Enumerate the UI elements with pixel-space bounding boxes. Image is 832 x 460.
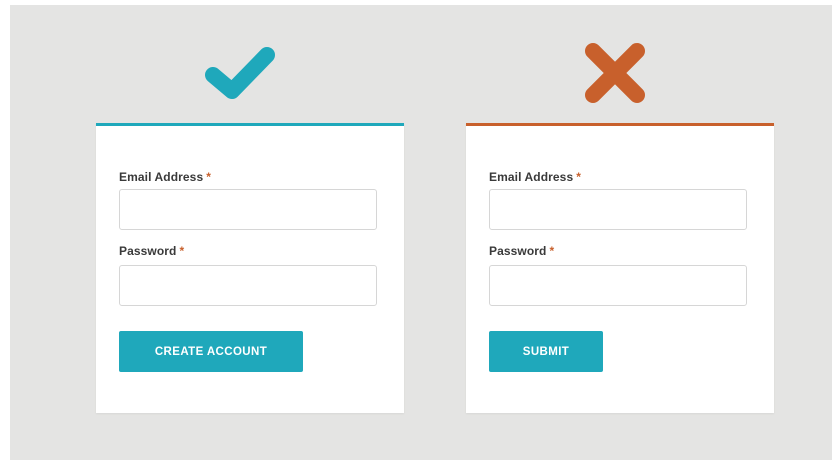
email-label: Email Address * (119, 170, 211, 184)
email-label-text: Email Address (119, 170, 204, 184)
create-account-button[interactable]: CREATE ACCOUNT (119, 331, 303, 372)
password-label: Password * (489, 244, 554, 258)
check-icon (204, 45, 276, 103)
required-asterisk: * (179, 244, 185, 258)
email-field[interactable] (489, 189, 747, 230)
email-label: Email Address * (489, 170, 581, 184)
password-field[interactable] (489, 265, 747, 306)
password-label-text: Password (489, 244, 547, 258)
cross-icon (582, 40, 648, 106)
required-asterisk: * (576, 170, 582, 184)
bad-example-form: Email Address * Password * SUBMIT (466, 123, 774, 413)
password-label-text: Password (119, 244, 177, 258)
password-label: Password * (119, 244, 184, 258)
email-label-text: Email Address (489, 170, 574, 184)
good-example-form: Email Address * Password * CREATE ACCOUNT (96, 123, 404, 413)
required-asterisk: * (549, 244, 555, 258)
submit-button[interactable]: SUBMIT (489, 331, 603, 372)
required-asterisk: * (206, 170, 212, 184)
comparison-stage: Email Address * Password * CREATE ACCOUNT … (10, 5, 832, 460)
email-field[interactable] (119, 189, 377, 230)
password-field[interactable] (119, 265, 377, 306)
